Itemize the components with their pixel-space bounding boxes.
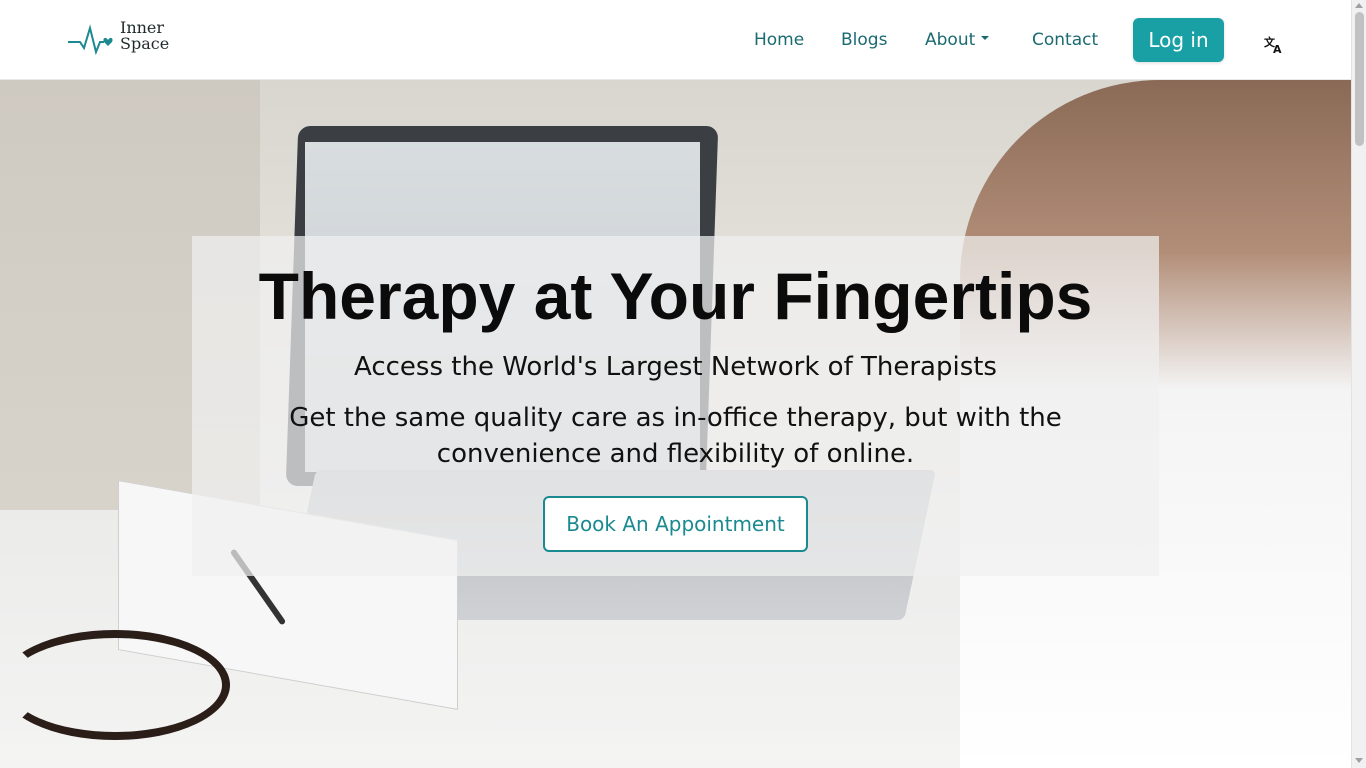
translate-icon[interactable]: 文 A — [1264, 34, 1284, 54]
nav-about[interactable]: About — [925, 30, 990, 50]
svg-text:A: A — [1273, 43, 1282, 54]
book-appointment-button[interactable]: Book An Appointment — [543, 496, 808, 552]
nav-contact[interactable]: Contact — [1032, 30, 1098, 50]
login-button[interactable]: Log in — [1133, 18, 1224, 62]
scroll-thumb[interactable] — [1355, 12, 1364, 146]
hero-card: Therapy at Your Fingertips Access the Wo… — [192, 236, 1159, 576]
caret-down-icon — [981, 36, 990, 40]
hero-title: Therapy at Your Fingertips — [258, 259, 1093, 333]
nav-about-label: About — [925, 30, 976, 50]
logo-text: Inner Space — [120, 20, 169, 52]
hero-description: Get the same quality care as in-office t… — [289, 403, 1062, 469]
heartbeat-heart-icon — [68, 24, 113, 56]
logo-line-2: Space — [120, 34, 170, 53]
logo[interactable]: Inner Space — [66, 20, 176, 60]
scrollbar[interactable] — [1351, 0, 1366, 768]
site-header: Inner Space Home Blogs About Contact Log… — [0, 0, 1351, 80]
nav-blogs[interactable]: Blogs — [841, 30, 887, 50]
hero-subtitle: Access the World's Largest Network of Th… — [354, 352, 997, 382]
scroll-up-arrow-icon[interactable] — [1355, 3, 1363, 8]
nav-home[interactable]: Home — [754, 30, 804, 50]
scroll-down-arrow-icon[interactable] — [1355, 758, 1363, 763]
